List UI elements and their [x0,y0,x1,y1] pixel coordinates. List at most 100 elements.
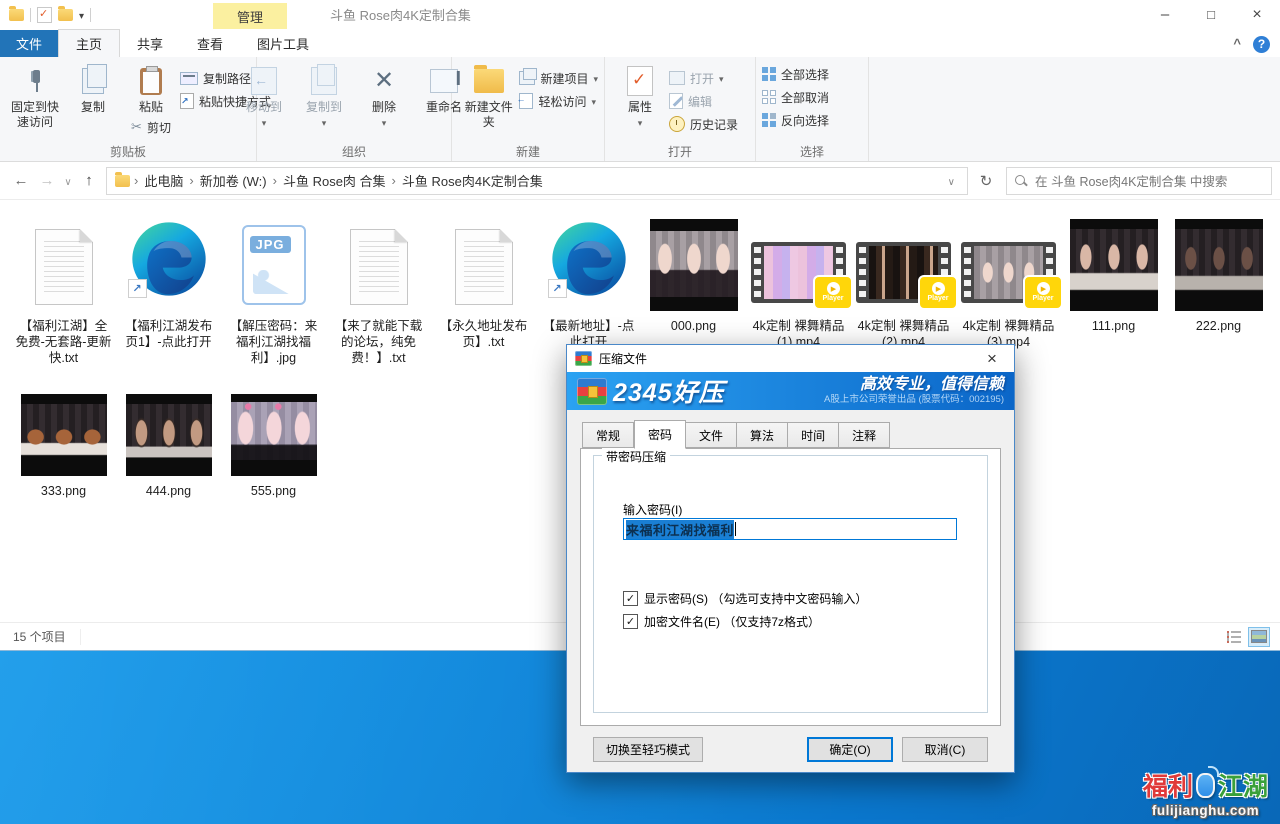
pin-to-quick-access-button[interactable]: 固定到快速访问 [6,62,64,132]
breadcrumb-drive[interactable]: 新加卷 (W:) [194,171,273,190]
breadcrumb-this-pc[interactable]: 此电脑 [138,171,189,190]
player-badge-label: Player [1032,295,1053,303]
file-item[interactable]: Player 4k定制 裸舞精品 (2).mp4 [854,211,953,366]
password-input[interactable]: 来福利江湖找福利 [623,518,957,540]
play-icon [932,282,945,295]
new-folder-icon[interactable] [58,9,73,21]
dialog-close-button[interactable] [970,345,1014,372]
file-item[interactable]: 222.png [1169,211,1268,366]
file-item[interactable]: 000.png [644,211,743,366]
dialog-tab-algorithm[interactable]: 算法 [737,422,788,448]
open-button[interactable]: 打开 [669,68,738,88]
dialog-tab-comment[interactable]: 注释 [839,422,890,448]
file-item[interactable]: 555.png [224,376,323,499]
back-button[interactable] [8,168,34,194]
tab-view[interactable]: 查看 [180,30,240,57]
view-switcher [1224,627,1280,647]
file-item[interactable]: Player 4k定制 裸舞精品 (1).mp4 [749,211,848,366]
copy-to-button[interactable]: 复制到 [295,62,353,132]
jpg-file-icon: JPG [242,225,306,305]
player-badge: Player [918,275,958,310]
haozip-app-icon [575,351,592,366]
dialog-tab-time[interactable]: 时间 [788,422,839,448]
file-item[interactable]: 111.png [1064,211,1163,366]
file-name: 000.png [671,318,716,334]
chevron-down-icon[interactable] [79,6,84,24]
properties-icon[interactable] [37,7,52,23]
pin-label: 固定到快速访问 [10,100,60,130]
file-item[interactable]: 333.png [14,376,113,499]
tab-home[interactable]: 主页 [58,29,120,57]
video-thumbnail: Player [856,242,951,303]
collapse-ribbon-icon[interactable] [1233,35,1241,53]
watermark-url: fulijianghu.com [1143,803,1268,818]
copy-button[interactable]: 复制 [64,62,122,117]
history-button[interactable]: 历史记录 [669,114,738,134]
select-all-button[interactable]: 全部选择 [762,64,829,84]
forward-button[interactable] [34,168,60,194]
file-item[interactable]: 【福利江湖】全免费-无套路-更新快.txt [14,211,113,366]
paste-label: 粘贴 [139,100,163,115]
contextual-tab-manage[interactable]: 管理 [213,3,287,29]
file-item[interactable]: 444.png [119,376,218,499]
copy-to-label: 复制到 [306,100,342,115]
show-password-checkbox[interactable]: 显示密码(S) （勾选可支持中文密码输入） [623,590,867,607]
close-button[interactable] [1234,0,1280,29]
recent-locations-button[interactable] [60,168,76,194]
invert-selection-button[interactable]: 反向选择 [762,110,829,130]
new-folder-button[interactable]: 新建文件夹 [458,62,519,132]
file-item[interactable]: Player 4k定制 裸舞精品 (3).mp4 [959,211,1058,366]
forward-icon [40,172,55,189]
dialog-tab-general[interactable]: 常规 [582,422,634,448]
file-item[interactable]: 【最新地址】-点此打开 [539,211,638,366]
copy-icon [82,68,104,94]
cancel-button[interactable]: 取消(C) [902,737,988,762]
minimize-button[interactable] [1142,0,1188,29]
breadcrumb[interactable]: 此电脑 新加卷 (W:) 斗鱼 Rose肉 合集 斗鱼 Rose肉4K定制合集 [106,167,968,195]
dialog-tab-files[interactable]: 文件 [686,422,737,448]
new-item-label: 新建项目 [540,70,588,87]
search-box[interactable]: 在 斗鱼 Rose肉4K定制合集 中搜索 [1006,167,1272,195]
breadcrumb-current-folder[interactable]: 斗鱼 Rose肉4K定制合集 [396,171,549,190]
properties-button[interactable]: 属性 [611,62,669,132]
easy-access-button[interactable]: 轻松访问 [519,91,598,111]
dialog-tab-password[interactable]: 密码 [634,420,686,449]
switch-light-mode-button[interactable]: 切换至轻巧模式 [593,737,703,762]
refresh-button[interactable] [972,168,1000,194]
edit-button[interactable]: 编辑 [669,91,738,111]
new-item-button[interactable]: 新建项目 [519,68,598,88]
ok-button[interactable]: 确定(O) [807,737,893,762]
thumbnails-view-button[interactable] [1248,627,1270,647]
video-thumbnail: Player [751,242,846,303]
paste-button[interactable]: 粘贴 [122,62,180,117]
pin-icon [24,68,46,94]
delete-button[interactable]: 删除 [355,62,413,132]
new-folder-icon [474,69,504,93]
select-all-icon [762,67,776,81]
tab-file[interactable]: 文件 [0,30,58,57]
file-item[interactable]: JPG 【解压密码：来福利江湖找福利】.jpg [224,211,323,366]
tab-picture-tools[interactable]: 图片工具 [240,30,326,57]
move-to-button[interactable]: 移动到 [235,62,293,132]
details-view-button[interactable] [1224,628,1244,646]
file-item[interactable]: 【来了就能下载的论坛，纯免费！】.txt [329,211,428,366]
shortcut-arrow-icon [548,279,567,298]
maximize-button[interactable] [1188,0,1234,29]
cut-button[interactable]: 剪切 [131,117,171,137]
encrypt-filenames-checkbox[interactable]: 加密文件名(E) （仅支持7z格式） [623,613,820,630]
select-none-button[interactable]: 全部取消 [762,87,829,107]
help-icon[interactable] [1253,36,1270,53]
up-button[interactable] [76,168,102,194]
copy-path-icon [180,72,198,85]
file-item[interactable]: 【福利江湖发布页1】-点此打开 [119,211,218,366]
thumbnails-view-icon [1251,630,1267,643]
ribbon-group-organize: 移动到 复制到 删除 重命名 组织 [257,57,452,161]
mouse-icon [1196,773,1215,798]
folder-icon[interactable] [9,9,24,21]
image-thumbnail [126,394,212,476]
chevron-down-icon [322,115,327,130]
address-dropdown-icon[interactable] [940,173,963,188]
breadcrumb-parent-folder[interactable]: 斗鱼 Rose肉 合集 [277,171,392,190]
tab-share[interactable]: 共享 [120,30,180,57]
file-item[interactable]: 【永久地址发布页】.txt [434,211,533,366]
